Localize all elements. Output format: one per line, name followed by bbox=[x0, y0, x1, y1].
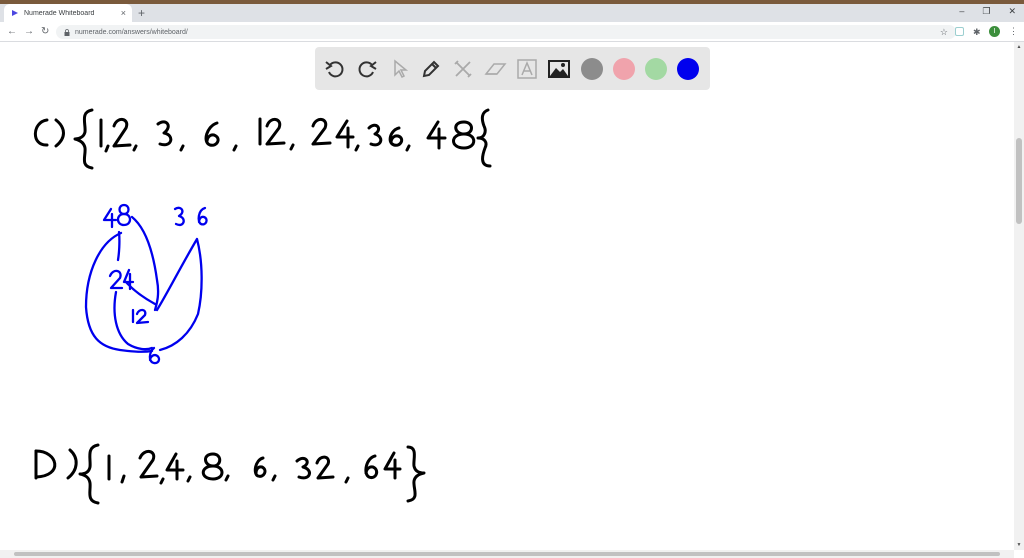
tab-close-icon[interactable]: × bbox=[121, 8, 126, 18]
window-close-icon[interactable]: ✕ bbox=[1008, 6, 1016, 17]
select-icon[interactable] bbox=[386, 56, 412, 82]
vertical-scrollbar[interactable]: ▲ ▼ bbox=[1014, 42, 1024, 550]
tab-bar: Numerade Whiteboard × + – ❐ ✕ bbox=[0, 4, 1024, 22]
line-d-set-elements bbox=[107, 450, 402, 485]
hasse-diagram-edges bbox=[84, 215, 203, 353]
line-c-label bbox=[33, 118, 65, 148]
line-d-close-brace bbox=[406, 445, 426, 503]
restore-icon[interactable]: ❐ bbox=[982, 6, 990, 17]
minimize-icon[interactable]: – bbox=[959, 6, 964, 17]
whiteboard-page bbox=[0, 42, 1014, 550]
horizontal-scrollbar[interactable] bbox=[0, 550, 1014, 558]
bookmark-star-icon[interactable]: ☆ bbox=[940, 25, 948, 39]
browser-menu-icon[interactable]: ⋮ bbox=[1009, 26, 1018, 36]
back-icon[interactable]: ← bbox=[7, 25, 17, 39]
forward-icon[interactable]: → bbox=[24, 25, 34, 39]
url-bar[interactable]: numerade.com/answers/whiteboard/ ☆ bbox=[56, 25, 956, 39]
horizontal-scroll-thumb[interactable] bbox=[14, 552, 1000, 556]
pen-icon[interactable] bbox=[418, 56, 444, 82]
undo-icon[interactable] bbox=[322, 56, 348, 82]
extension-icon[interactable] bbox=[955, 27, 964, 36]
image-icon[interactable] bbox=[546, 56, 572, 82]
url-text: numerade.com/answers/whiteboard/ bbox=[75, 28, 188, 36]
line-c-close-brace bbox=[476, 108, 492, 168]
diagram-node-12 bbox=[131, 308, 150, 325]
tools-icon[interactable] bbox=[450, 56, 476, 82]
redo-icon[interactable] bbox=[354, 56, 380, 82]
whiteboard-toolbar bbox=[315, 47, 710, 90]
numerade-favicon-icon bbox=[10, 9, 19, 18]
new-tab-button[interactable]: + bbox=[138, 5, 145, 21]
color-swatch-gray[interactable] bbox=[581, 58, 603, 80]
window-controls: – ❐ ✕ bbox=[959, 6, 1016, 17]
whiteboard-canvas[interactable] bbox=[0, 42, 1014, 550]
diagram-node-48 bbox=[102, 203, 132, 229]
vertical-scroll-thumb[interactable] bbox=[1016, 138, 1022, 224]
eraser-icon[interactable] bbox=[482, 56, 508, 82]
browser-tab[interactable]: Numerade Whiteboard × bbox=[4, 4, 132, 22]
address-bar-row: ← → ↻ numerade.com/answers/whiteboard/ ☆… bbox=[0, 22, 1024, 42]
tab-title: Numerade Whiteboard bbox=[24, 9, 95, 17]
diagram-node-36 bbox=[173, 206, 208, 227]
line-d-label bbox=[34, 448, 78, 480]
text-icon[interactable] bbox=[514, 56, 540, 82]
color-swatch-green[interactable] bbox=[645, 58, 667, 80]
color-swatch-blue[interactable] bbox=[677, 58, 699, 80]
line-c-set-elements bbox=[99, 117, 476, 153]
line-c-open-brace bbox=[73, 108, 94, 170]
extensions-puzzle-icon[interactable]: ✱ bbox=[973, 27, 981, 37]
scroll-down-arrow-icon[interactable]: ▼ bbox=[1014, 542, 1024, 548]
lock-icon bbox=[64, 28, 70, 36]
scroll-up-arrow-icon[interactable]: ▲ bbox=[1014, 44, 1024, 50]
profile-avatar[interactable]: I bbox=[989, 26, 1000, 37]
color-swatch-pink[interactable] bbox=[613, 58, 635, 80]
reload-icon[interactable]: ↻ bbox=[41, 25, 49, 39]
line-d-open-brace bbox=[78, 443, 100, 505]
